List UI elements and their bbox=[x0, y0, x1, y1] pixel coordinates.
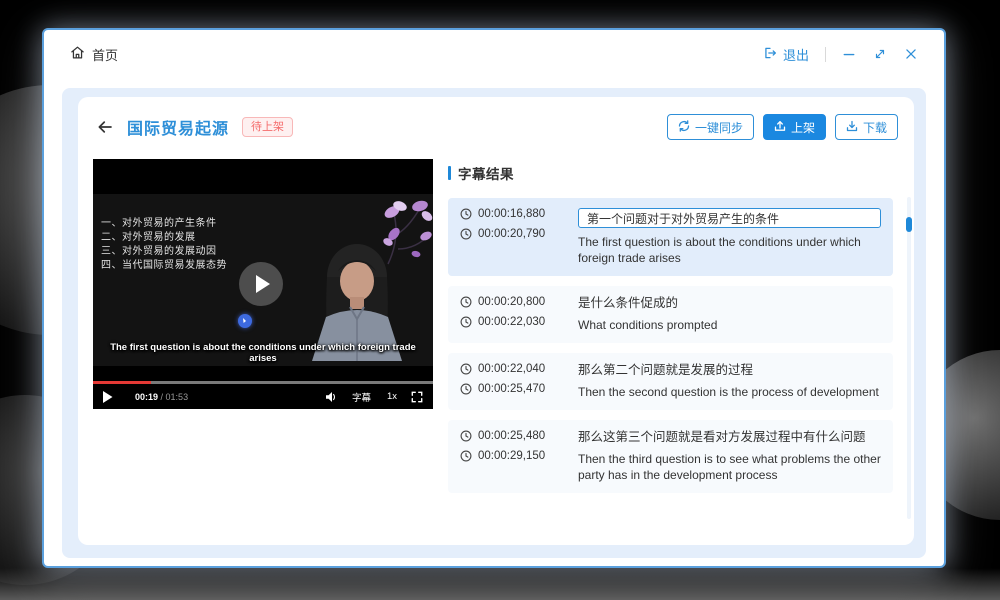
publish-icon bbox=[774, 120, 786, 135]
maximize-icon[interactable] bbox=[873, 47, 887, 61]
close-icon[interactable] bbox=[904, 47, 918, 61]
start-timestamp: 00:00:20,800 bbox=[460, 296, 566, 308]
panel-accent-bar bbox=[448, 166, 451, 180]
home-label: 首页 bbox=[92, 45, 118, 64]
speed-toggle[interactable]: 1x bbox=[387, 391, 397, 402]
duration: 01:53 bbox=[166, 392, 189, 402]
subtitle-panel: 字幕结果 00:00:16,880 00:00:20,790 bbox=[448, 163, 893, 493]
status-badge: 待上架 bbox=[242, 117, 293, 137]
page-title: 国际贸易起源 bbox=[127, 115, 229, 139]
video-time: 00:19 / 01:53 bbox=[135, 392, 188, 402]
home-nav[interactable]: 首页 bbox=[70, 45, 118, 64]
clock-icon bbox=[460, 296, 472, 308]
start-timestamp: 00:00:22,040 bbox=[460, 363, 566, 375]
minimize-icon[interactable] bbox=[842, 47, 856, 61]
subtitle-entry[interactable]: 00:00:25,480 00:00:29,150 那么这第三个问题就是看对方发… bbox=[448, 420, 893, 493]
end-timestamp: 00:00:22,030 bbox=[460, 316, 566, 328]
window-topbar: 首页 退出 bbox=[44, 30, 944, 78]
cursor-dot bbox=[238, 314, 252, 328]
video-controls: 00:19 / 01:53 字幕 1x bbox=[93, 384, 433, 409]
play-icon[interactable] bbox=[103, 391, 113, 403]
subtitle-zh-text: 是什么条件促成的 bbox=[578, 296, 881, 311]
subtitle-zh-text: 那么这第三个问题就是看对方发展过程中有什么问题 bbox=[578, 430, 881, 445]
fullscreen-icon[interactable] bbox=[411, 391, 423, 403]
subtitle-entry[interactable]: 00:00:22,040 00:00:25,470 那么第二个问题就是发展的过程… bbox=[448, 353, 893, 410]
content-card: 国际贸易起源 待上架 一键同步 bbox=[62, 88, 926, 558]
slide-line: 二、对外贸易的发展 bbox=[101, 231, 227, 245]
clock-icon bbox=[460, 430, 472, 442]
exit-button[interactable]: 退出 bbox=[763, 45, 809, 64]
video-subtitle-overlay: The first question is about the conditio… bbox=[96, 342, 430, 364]
scrollbar-thumb[interactable] bbox=[906, 217, 912, 232]
subtitle-zh-input[interactable] bbox=[578, 208, 881, 228]
main-panel: 国际贸易起源 待上架 一键同步 bbox=[78, 97, 914, 545]
clock-icon bbox=[460, 383, 472, 395]
start-timestamp: 00:00:16,880 bbox=[460, 208, 566, 220]
volume-icon[interactable] bbox=[325, 391, 338, 403]
home-icon bbox=[70, 45, 85, 63]
subtitle-panel-title: 字幕结果 bbox=[458, 163, 514, 183]
publish-button[interactable]: 上架 bbox=[763, 114, 826, 140]
end-timestamp: 00:00:25,470 bbox=[460, 383, 566, 395]
clock-icon bbox=[460, 363, 472, 375]
subtitle-en-text: Then the second question is the process … bbox=[578, 384, 881, 400]
subtitle-entry[interactable]: 00:00:20,800 00:00:22,030 是什么条件促成的 What … bbox=[448, 286, 893, 343]
background-gradient bbox=[0, 568, 1000, 600]
back-button[interactable] bbox=[94, 116, 116, 138]
end-timestamp: 00:00:20,790 bbox=[460, 228, 566, 240]
play-overlay-button[interactable] bbox=[239, 262, 283, 306]
scrollbar-track[interactable] bbox=[907, 197, 911, 519]
topbar-separator bbox=[825, 47, 826, 62]
slide-line: 一、对外贸易的产生条件 bbox=[101, 217, 227, 231]
page-header: 国际贸易起源 待上架 一键同步 bbox=[94, 113, 898, 141]
slide-text-list: 一、对外贸易的产生条件 二、对外贸易的发展 三、对外贸易的发展动因 四、当代国际… bbox=[101, 217, 227, 273]
sync-icon bbox=[678, 120, 690, 135]
download-button[interactable]: 下载 bbox=[835, 114, 898, 140]
slide-line: 三、对外贸易的发展动因 bbox=[101, 245, 227, 259]
download-button-label: 下载 bbox=[863, 119, 887, 136]
end-timestamp: 00:00:29,150 bbox=[460, 450, 566, 462]
current-time: 00:19 bbox=[135, 392, 158, 402]
play-overlay-icon bbox=[256, 275, 270, 293]
subtitle-en-text: The first question is about the conditio… bbox=[578, 234, 881, 266]
captions-toggle[interactable]: 字幕 bbox=[352, 390, 371, 404]
exit-icon bbox=[763, 46, 777, 63]
clock-icon bbox=[460, 228, 472, 240]
exit-label: 退出 bbox=[783, 45, 809, 64]
video-player[interactable]: 一、对外贸易的产生条件 二、对外贸易的发展 三、对外贸易的发展动因 四、当代国际… bbox=[93, 159, 433, 409]
subtitle-list: 00:00:16,880 00:00:20,790 The first ques… bbox=[448, 198, 893, 493]
clock-icon bbox=[460, 450, 472, 462]
subtitle-panel-header: 字幕结果 bbox=[448, 163, 893, 183]
sync-button[interactable]: 一键同步 bbox=[667, 114, 754, 140]
publish-button-label: 上架 bbox=[791, 119, 815, 136]
download-icon bbox=[846, 120, 858, 135]
clock-icon bbox=[460, 208, 472, 220]
slide-line: 四、当代国际贸易发展态势 bbox=[101, 259, 227, 273]
subtitle-entry-active[interactable]: 00:00:16,880 00:00:20,790 The first ques… bbox=[448, 198, 893, 276]
clock-icon bbox=[460, 316, 472, 328]
subtitle-en-text: What conditions prompted bbox=[578, 317, 881, 333]
app-window: 首页 退出 bbox=[42, 28, 946, 568]
sync-button-label: 一键同步 bbox=[695, 119, 743, 136]
start-timestamp: 00:00:25,480 bbox=[460, 430, 566, 442]
subtitle-en-text: Then the third question is to see what p… bbox=[578, 451, 881, 483]
subtitle-zh-text: 那么第二个问题就是发展的过程 bbox=[578, 363, 881, 378]
